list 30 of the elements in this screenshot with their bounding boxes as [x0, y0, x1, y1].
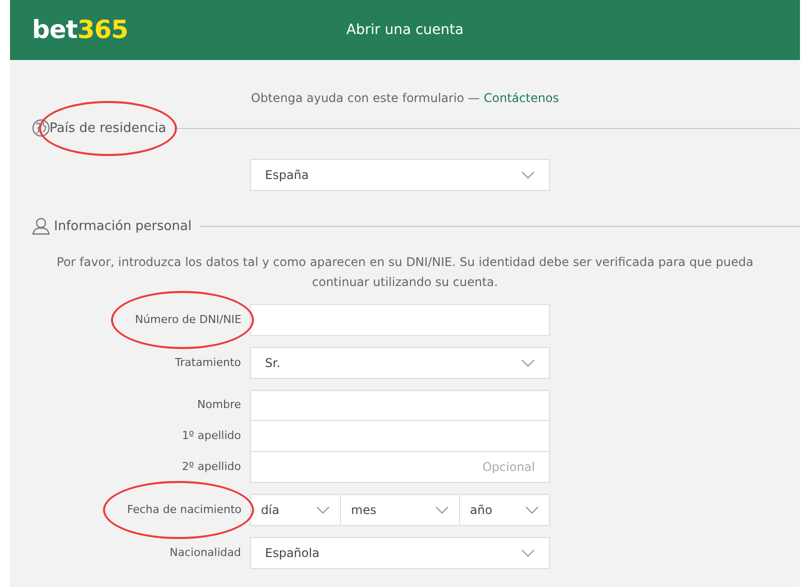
input-field[interactable] [250, 421, 550, 452]
input-field[interactable]: Opcional [250, 452, 550, 483]
field-label: Nombre [197, 397, 241, 414]
select-field[interactable]: mes [340, 494, 459, 526]
field-label: 2º apellido [182, 459, 241, 476]
section-title: Información personal [54, 218, 192, 236]
chevron-down-icon [521, 359, 535, 367]
select-field[interactable]: año [459, 494, 550, 526]
help-text: Obtenga ayuda con este formulario — Contáctenos [250, 90, 560, 107]
person-icon [32, 217, 50, 236]
select-field[interactable]: Sr. [250, 347, 550, 379]
chevron-down-icon [521, 549, 535, 557]
input-field[interactable] [250, 304, 550, 336]
select-field[interactable]: Española [250, 537, 550, 569]
globe-icon [32, 119, 50, 138]
field-label: Nacionalidad [170, 544, 241, 561]
field-label: Tratamiento [175, 354, 241, 371]
chevron-down-icon [435, 506, 449, 514]
section-title: País de residencia [38, 100, 178, 156]
page-title: Abrir una cuenta [346, 20, 464, 40]
field-label: 1º apellido [182, 428, 241, 444]
select-field[interactable]: día [250, 494, 340, 526]
chevron-down-icon [316, 506, 330, 514]
logo: bet365 [32, 14, 128, 46]
contact-link[interactable]: Contáctenos [484, 91, 560, 105]
intro-text: Por favor, introduzca los datos tal y como aparecen en su DNI/NIE. Su identidad debe ser verificada para que pueda continuar utilizando su cuenta. [56, 254, 754, 291]
chevron-down-icon [525, 506, 539, 514]
chevron-down-icon [521, 170, 535, 178]
select-field[interactable]: España [250, 158, 550, 190]
input-field[interactable] [250, 390, 550, 421]
